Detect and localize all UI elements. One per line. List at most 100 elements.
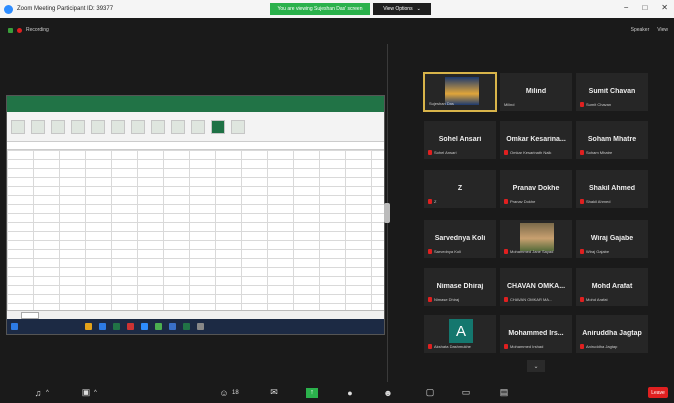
mic-muted-icon	[504, 297, 508, 302]
participant-name-tag: Sumit Chavan	[580, 102, 611, 107]
notes-button[interactable]: ▤	[498, 386, 510, 399]
ribbon-button	[171, 119, 185, 134]
record-button[interactable]: ●	[344, 386, 356, 399]
recording-indicator[interactable]: Recording	[8, 27, 49, 33]
participant-tile[interactable]: Mohammed Jane Sayad	[499, 219, 573, 259]
participant-name-tag: Sohel Ansari	[428, 150, 456, 155]
gallery-next-page-button[interactable]: ⌄	[527, 360, 545, 372]
participant-display-name: Wiraj Gajabe	[590, 235, 634, 242]
gallery-view-button[interactable]: View	[657, 27, 668, 33]
taskbar-app-icon	[141, 323, 148, 330]
view-options-button[interactable]: View Options ⌄	[373, 3, 431, 15]
participant-display-name: Mohammed Irs...	[508, 330, 564, 337]
headphones-icon: ♫	[34, 387, 42, 398]
participants-button[interactable]: ☺ 18	[218, 386, 238, 399]
ribbon-button	[131, 119, 145, 134]
participant-name-tag: Mohammed Irshad	[504, 344, 543, 349]
participant-name-tag: Mohammed Jane Sayad	[504, 249, 553, 254]
participant-tile[interactable]: Sarvednya Koli Sarvednya Koli	[423, 219, 497, 259]
share-screen-button[interactable]: ↑	[306, 386, 318, 399]
audio-options-caret[interactable]: ^	[46, 390, 49, 396]
apps-button[interactable]: ▢	[424, 386, 436, 399]
participant-display-name: Aniruddha Jagtap	[582, 330, 642, 337]
taskbar-app-icon	[183, 323, 190, 330]
chat-button[interactable]: ✉	[268, 386, 280, 399]
participant-name-tag: Akshata Dashmukhe	[428, 344, 471, 349]
participant-display-name: Nimase Dhiraj	[436, 283, 484, 290]
maximize-button[interactable]: □	[642, 3, 647, 12]
participant-tile[interactable]: Sujeshan Das	[423, 72, 497, 112]
screen-share-banner: You are viewing Sujeshan Das' screen	[270, 3, 370, 15]
recording-label: Recording	[26, 27, 49, 33]
participant-tile[interactable]: Shakil Ahmed Shakil Ahmed	[575, 169, 649, 209]
participant-tile[interactable]: CHAVAN OMKA... CHAVAN OMKAR MA...	[499, 267, 573, 307]
video-button[interactable]: ▣ ^	[80, 386, 97, 399]
chevron-down-icon: ⌄	[533, 363, 539, 370]
participant-display-name: Sohel Ansari	[438, 136, 482, 143]
shared-screen[interactable]	[6, 95, 385, 335]
video-options-caret[interactable]: ^	[94, 390, 97, 396]
participant-tile[interactable]: Sumit Chavan Sumit Chavan	[575, 72, 649, 112]
mic-muted-icon	[428, 344, 432, 349]
participant-tile[interactable]: Sohel Ansari Sohel Ansari	[423, 120, 497, 160]
participant-name-tag: CHAVAN OMKAR MA...	[504, 297, 552, 302]
participant-name-label: Aniruddha Jagtap	[586, 344, 618, 349]
participant-name-tag: Mohd Arafat	[580, 297, 608, 302]
ribbon-button	[71, 119, 85, 134]
mic-muted-icon	[580, 344, 584, 349]
participant-tile[interactable]: Mohd Arafat Mohd Arafat	[575, 267, 649, 307]
record-icon: ●	[347, 387, 353, 398]
ribbon-button	[211, 119, 225, 134]
share-screen-icon: ↑	[306, 387, 318, 398]
ribbon-button	[31, 119, 45, 134]
mic-muted-icon	[580, 199, 584, 204]
taskbar-app-icon	[99, 323, 106, 330]
audio-button[interactable]: ♫ ^	[32, 386, 49, 399]
participant-name-tag: Wiraj Gajabe	[580, 249, 609, 254]
participant-name-label: Nimase Dhiraj	[434, 297, 460, 302]
whiteboard-button[interactable]: ▭	[460, 386, 472, 399]
participant-tile[interactable]: Pranav Dokhe Pranav Dokhe	[499, 169, 573, 209]
participants-icon: ☺	[219, 387, 229, 398]
ribbon-button	[231, 119, 245, 134]
ribbon-button	[51, 119, 65, 134]
close-button[interactable]: ✕	[661, 3, 668, 12]
mic-muted-icon	[504, 199, 508, 204]
participant-tile[interactable]: A Akshata Dashmukhe	[423, 314, 497, 354]
speaker-view-button[interactable]: Speaker	[631, 27, 650, 33]
participant-tile[interactable]: ZZ	[423, 169, 497, 209]
participant-tile[interactable]: Mohammed Irs... Mohammed Irshad	[499, 314, 573, 354]
participant-name-label: Sarvednya Koli	[434, 249, 461, 254]
participant-name-tag: Soham Mhatre	[580, 150, 612, 155]
minimize-button[interactable]: −	[624, 3, 629, 12]
participant-display-name: CHAVAN OMKA...	[506, 283, 566, 290]
participant-display-name: Omkar Kesarina...	[506, 136, 566, 143]
view-options-label: View Options	[383, 6, 413, 12]
participant-tile[interactable]: Omkar Kesarina... Omkar Kesarinath Naik	[499, 120, 573, 160]
reactions-button[interactable]: ☻	[382, 386, 394, 399]
participant-display-name: Z	[457, 185, 463, 192]
panel-resize-handle[interactable]	[384, 203, 390, 223]
window-controls: − □ ✕	[624, 3, 668, 12]
view-switcher: Speaker View	[631, 27, 668, 33]
sheet-tab	[21, 312, 39, 319]
participant-tile[interactable]: Soham Mhatre Soham Mhatre	[575, 120, 649, 160]
participant-tile[interactable]: Wiraj Gajabe Wiraj Gajabe	[575, 219, 649, 259]
notes-icon: ▤	[499, 387, 509, 397]
participant-name-label: Z	[434, 199, 437, 204]
participant-name-label: Sohel Ansari	[434, 150, 457, 155]
participant-display-name: Mohd Arafat	[591, 283, 633, 290]
participant-tile[interactable]: Nimase Dhiraj Nimase Dhiraj	[423, 267, 497, 307]
participant-display-name: Sumit Chavan	[588, 88, 636, 95]
window-titlebar: Zoom Meeting Participant ID: 39377 You a…	[0, 0, 674, 18]
leave-button[interactable]: Leave	[648, 387, 668, 398]
video-off-icon: ▣	[81, 387, 91, 397]
participant-name-label: Milind	[504, 102, 515, 107]
participant-display-name: Shakil Ahmed	[588, 185, 636, 192]
participant-tile[interactable]: Milind Milind	[499, 72, 573, 112]
excel-titlebar	[7, 96, 384, 106]
chevron-down-icon: ⌄	[416, 6, 421, 12]
participant-tile[interactable]: Aniruddha Jagtap Aniruddha Jagtap	[575, 314, 649, 354]
participant-name-label: Soham Mhatre	[586, 150, 613, 155]
apps-icon: ▢	[425, 387, 435, 397]
